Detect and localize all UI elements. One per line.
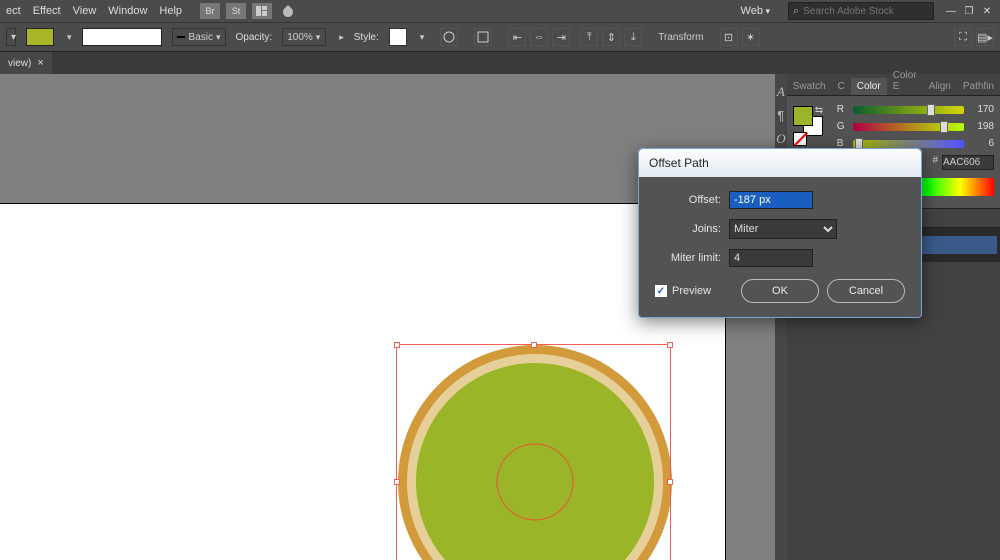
paragraph-panel-icon[interactable]: ¶	[777, 108, 784, 123]
chevron-right-icon: ▸	[339, 32, 344, 43]
style-label: Style:	[354, 32, 379, 43]
offset-field[interactable]	[729, 191, 813, 209]
menu-item[interactable]: Effect	[33, 5, 61, 17]
opentype-panel-icon[interactable]: O	[776, 131, 785, 147]
arrange-documents-icon[interactable]	[252, 3, 272, 19]
stroke-preview[interactable]	[82, 28, 162, 46]
align-vcenter-icon[interactable]: ⇕	[602, 28, 620, 46]
control-bar: ▾ ▾ Basic▾ Opacity: 100%▾ ▸ Style: ▾ ⇤ ⇔…	[0, 22, 1000, 52]
doc-setup-icon[interactable]	[474, 28, 492, 46]
fill-stroke-indicator[interactable]: ⇆	[793, 106, 823, 136]
document-tab[interactable]: view) ×	[0, 52, 52, 74]
tab-color-guide[interactable]: Color E	[887, 67, 923, 95]
graphic-style[interactable]	[389, 28, 407, 46]
joins-label: Joins:	[655, 223, 721, 235]
preview-label: Preview	[672, 285, 711, 297]
tab-pathfinder[interactable]: Pathfin	[957, 78, 1000, 95]
dialog-title[interactable]: Offset Path	[639, 149, 921, 177]
align-bottom-icon[interactable]: ⤓	[624, 28, 642, 46]
workspace-switcher[interactable]: Web	[733, 3, 778, 19]
align-right-icon[interactable]: ⇥	[552, 28, 570, 46]
fill-swatch[interactable]	[26, 28, 54, 46]
search-icon: ⌕	[793, 5, 799, 18]
close-tab-icon[interactable]: ×	[37, 57, 43, 69]
tab-align[interactable]: Align	[923, 78, 957, 95]
document-tabs: view) ×	[0, 52, 1000, 74]
menu-item[interactable]: Window	[108, 5, 147, 17]
menu-bar: ect Effect View Window Help Br St Web ⌕ …	[0, 0, 1000, 22]
tab-swatches[interactable]: Swatch	[787, 78, 832, 95]
r-label: R	[837, 104, 847, 115]
hex-prefix: #	[932, 155, 938, 170]
window-minimize-icon[interactable]: —	[944, 4, 958, 18]
panel-tabs: Swatch C Color Color E Align Pathfin	[787, 74, 1000, 96]
chevron-down-icon: ▾	[67, 32, 72, 43]
menu-item[interactable]: ect	[6, 5, 21, 17]
bridge-icon[interactable]: Br	[200, 3, 220, 19]
align-hcenter-icon[interactable]: ⇔	[530, 28, 548, 46]
opacity-field[interactable]: 100%▾	[282, 28, 326, 46]
joins-select[interactable]: Miter	[729, 219, 837, 239]
miter-limit-label: Miter limit:	[655, 252, 721, 264]
gpu-icon[interactable]	[278, 3, 298, 19]
tab-color[interactable]: Color	[851, 78, 887, 95]
miter-limit-field[interactable]	[729, 249, 813, 267]
opacity-label: Opacity:	[236, 32, 273, 43]
align-left-icon[interactable]: ⇤	[508, 28, 526, 46]
character-panel-icon[interactable]: A	[777, 84, 785, 100]
b-slider[interactable]	[853, 140, 964, 148]
window-restore-icon[interactable]: ❐	[962, 4, 976, 18]
b-value[interactable]: 6	[970, 138, 994, 149]
artwork	[0, 204, 725, 560]
g-label: G	[837, 121, 847, 132]
menu-item[interactable]: Help	[159, 5, 182, 17]
fill-swatch[interactable]	[793, 106, 813, 126]
stock-icon[interactable]: St	[226, 3, 246, 19]
g-value[interactable]: 198	[970, 121, 994, 132]
recolor-icon[interactable]	[440, 28, 458, 46]
artboard	[0, 204, 725, 560]
document-tab-label: view)	[8, 58, 31, 69]
hex-field[interactable]	[942, 155, 994, 170]
expand-icon[interactable]: ⛶	[954, 28, 972, 46]
window-close-icon[interactable]: ✕	[980, 4, 994, 18]
cancel-button[interactable]: Cancel	[827, 279, 905, 303]
transform-label[interactable]: Transform	[652, 28, 709, 46]
r-value[interactable]: 170	[970, 104, 994, 115]
tab-c[interactable]: C	[832, 78, 851, 95]
preview-checkbox[interactable]: ✓ Preview	[655, 285, 711, 297]
stroke-profile[interactable]: Basic▾	[172, 28, 226, 46]
none-swatch-icon[interactable]	[793, 132, 807, 146]
checkbox-checked-icon: ✓	[655, 285, 667, 297]
align-top-icon[interactable]: ⤒	[580, 28, 598, 46]
menu-item[interactable]: View	[73, 5, 97, 17]
offset-path-dialog: Offset Path Offset: Joins: Miter Miter l…	[638, 148, 922, 318]
crop-icon[interactable]: ✶	[742, 28, 760, 46]
g-slider[interactable]	[853, 123, 964, 131]
offset-label: Offset:	[655, 194, 721, 206]
stock-search-input[interactable]	[803, 6, 921, 17]
isolate-icon[interactable]: ⊡	[720, 28, 738, 46]
no-selection-icon[interactable]: ▾	[6, 28, 16, 46]
r-slider[interactable]	[853, 106, 964, 114]
panel-toggle-icon[interactable]: ▤▸	[976, 28, 994, 46]
stock-search[interactable]: ⌕	[788, 2, 934, 20]
ok-button[interactable]: OK	[741, 279, 819, 303]
